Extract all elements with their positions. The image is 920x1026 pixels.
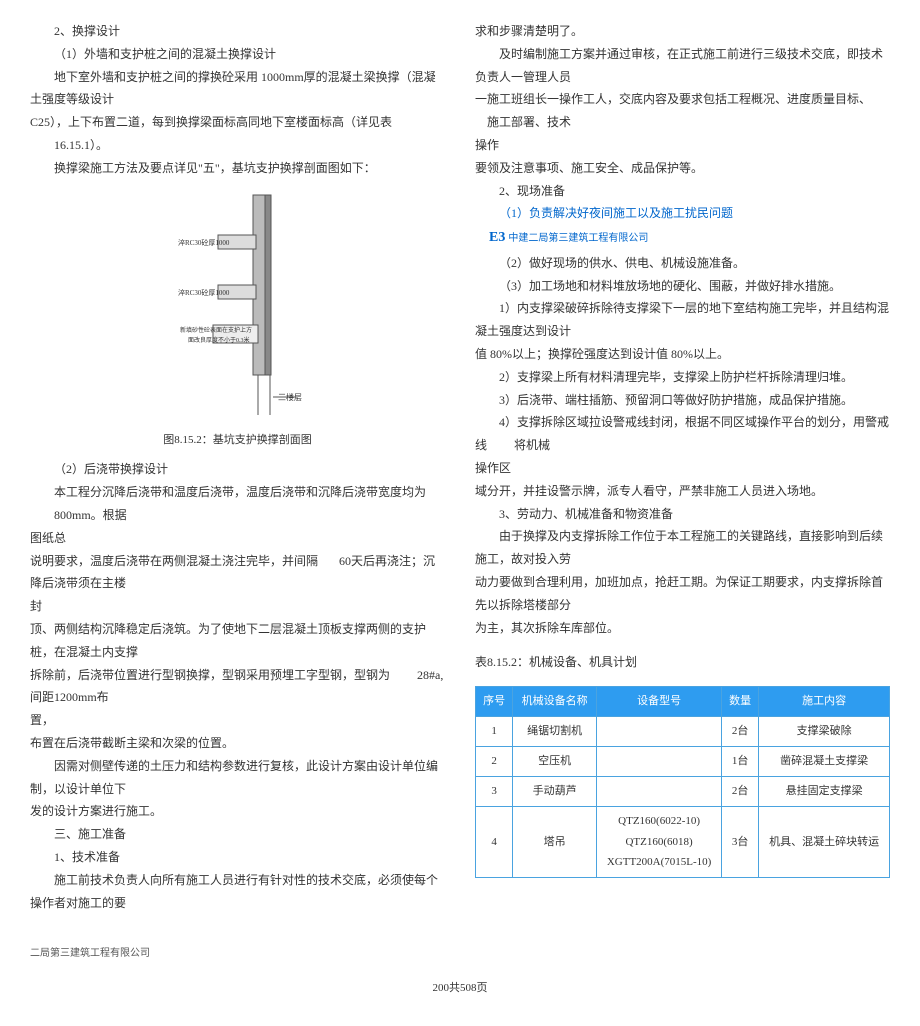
p: 一施工班组长一操作工人，交底内容及要求包括工程概况、进度质量目标、 施工部署、技… — [475, 88, 890, 134]
p: 本工程分沉降后浇带和温度后浇带，温度后浇带和沉降后浇带宽度均为 800mm。根据 — [30, 481, 445, 527]
td: 悬挂固定支撑梁 — [759, 776, 890, 806]
td: 机具、混凝土碎块转运 — [759, 806, 890, 878]
th: 机械设备名称 — [513, 687, 597, 717]
th: 序号 — [476, 687, 513, 717]
svg-text:新填砂性砼表面在支护上方: 新填砂性砼表面在支护上方 — [180, 326, 252, 334]
figure-diagram: 淬RC30砼厚1000 淬RC30砼厚1000 新填砂性砼表面在支护上方 面改良… — [30, 190, 445, 420]
th: 数量 — [722, 687, 759, 717]
svg-text:淬RC30砼厚1000: 淬RC30砼厚1000 — [178, 238, 230, 247]
figure-caption: 图8.15.2：基坑支护换撑剖面图 — [30, 430, 445, 451]
td — [597, 776, 722, 806]
td: 4 — [476, 806, 513, 878]
p-blue: （1）负责解决好夜间施工以及施工扰民问题 — [475, 202, 890, 225]
p: 封 — [30, 595, 445, 618]
td — [597, 746, 722, 776]
p: 由于换撑及内支撑拆除工作位于本工程施工的关键路线，直接影响到后续施工，故对投入劳 — [475, 525, 890, 571]
equipment-table: 序号 机械设备名称 设备型号 数量 施工内容 1绳锯切割机2台支撑梁破除2空压机… — [475, 686, 890, 878]
th: 设备型号 — [597, 687, 722, 717]
td: 空压机 — [513, 746, 597, 776]
td: QTZ160(6022-10) QTZ160(6018) XGTT200A(70… — [597, 806, 722, 878]
p: 域分开，并挂设警示牌，派专人看守，严禁非施工人员进入场地。 — [475, 480, 890, 503]
heading-3: 三、施工准备 — [30, 823, 445, 846]
p: 施工前技术负责人向所有施工人员进行有针对性的技术交底，必须使每个操作者对施工的要 — [30, 869, 445, 915]
td: 2 — [476, 746, 513, 776]
p: 4）支撑拆除区域拉设警戒线封闭，根据不同区域操作平台的划分，用警戒线 将机械 — [475, 411, 890, 457]
p: （2）做好现场的供水、供电、机械设施准备。 — [475, 252, 890, 275]
td: 凿碎混凝土支撑梁 — [759, 746, 890, 776]
p: 顶、两侧结构沉降稳定后浇筑。为了使地下二层混凝土顶板支撑两侧的支护桩，在混凝土内… — [30, 618, 445, 664]
p: 值 80%以上；换撑砼强度达到设计值 80%以上。 — [475, 343, 890, 366]
p: （2）后浇带换撑设计 — [30, 458, 445, 481]
p: 置， — [30, 709, 445, 732]
td: 3 — [476, 776, 513, 806]
p: 因需对侧壁传递的土压力和结构参数进行复核，此设计方案由设计单位编制，以设计单位下 — [30, 755, 445, 801]
section-diagram-icon: 淬RC30砼厚1000 淬RC30砼厚1000 新填砂性砼表面在支护上方 面改良… — [158, 190, 318, 420]
p: 操作区 — [475, 457, 890, 480]
p: 图纸总 — [30, 527, 445, 550]
td: 绳锯切割机 — [513, 717, 597, 747]
p: 地下室外墙和支护桩之间的撑换砼采用 1000mm厚的混凝土梁换撑（混凝土强度等级… — [30, 66, 445, 112]
p: 说明要求，温度后浇带在两侧混凝土浇注完毕，并间隔 60天后再浇注；沉降后浇带须在… — [30, 550, 445, 596]
p: 2）支撑梁上所有材料清理完毕，支撑梁上防护栏杆拆除清理归堆。 — [475, 366, 890, 389]
p: 换撑梁施工方法及要点详见"五"，基坑支护换撑剖面图如下： — [30, 157, 445, 180]
td: 手动葫芦 — [513, 776, 597, 806]
table-row: 3手动葫芦 2台悬挂固定支撑梁 — [476, 776, 890, 806]
table-header-row: 序号 机械设备名称 设备型号 数量 施工内容 — [476, 687, 890, 717]
td: 1台 — [722, 746, 759, 776]
p: 及时编制施工方案并通过审核，在正式施工前进行三级技术交底，即技术负责人一管理人员 — [475, 43, 890, 89]
table-caption: 表8.15.2：机械设备、机具计划 — [475, 651, 890, 674]
p: 要领及注意事项、施工安全、成品保护等。 — [475, 157, 890, 180]
td: 支撑梁破除 — [759, 717, 890, 747]
td: 2台 — [722, 776, 759, 806]
company-tag: E3 中建二局第三建筑工程有限公司 — [475, 225, 890, 252]
p: （1）外墙和支护桩之间的混凝土换撑设计 — [30, 43, 445, 66]
p: 3）后浇带、端柱插筋、预留洞口等做好防护措施，成品保护措施。 — [475, 389, 890, 412]
table-row: 2空压机 1台凿碎混凝土支撑梁 — [476, 746, 890, 776]
p: 操作 — [475, 134, 890, 157]
p: C25），上下布置二道，每到换撑梁面标高同地下室楼面标高（详见表 16.15.1… — [30, 111, 445, 157]
td: 1 — [476, 717, 513, 747]
p: 为主，其次拆除车库部位。 — [475, 617, 890, 640]
table-row: 1绳锯切割机 2台支撑梁破除 — [476, 717, 890, 747]
table-row: 4塔吊QTZ160(6022-10) QTZ160(6018) XGTT200A… — [476, 806, 890, 878]
td: 3台 — [722, 806, 759, 878]
right-column: 求和步骤清楚明了。 及时编制施工方案并通过审核，在正式施工前进行三级技术交底，即… — [475, 20, 890, 914]
footer-company: 二局第三建筑工程有限公司 — [30, 944, 890, 959]
heading: 2、现场准备 — [475, 180, 890, 203]
heading-4: 1、技术准备 — [30, 846, 445, 869]
left-column: 2、换撑设计 （1）外墙和支护桩之间的混凝土换撑设计 地下室外墙和支护桩之间的撑… — [30, 20, 445, 914]
svg-text:面改良厚度不小于0.3米: 面改良厚度不小于0.3米 — [188, 336, 250, 344]
p: 求和步骤清楚明了。 — [475, 20, 890, 43]
th: 施工内容 — [759, 687, 890, 717]
p: 发的设计方案进行施工。 — [30, 800, 445, 823]
p: （3）加工场地和材料堆放场地的硬化、围蔽，并做好排水措施。 — [475, 275, 890, 298]
p: 动力要做到合理利用，加班加点，抢赶工期。为保证工期要求，内支撑拆除首先以拆除塔楼… — [475, 571, 890, 617]
heading-2: 2、换撑设计 — [30, 20, 445, 43]
td — [597, 717, 722, 747]
p: 布置在后浇带截断主梁和次梁的位置。 — [30, 732, 445, 755]
heading: 3、劳动力、机械准备和物资准备 — [475, 503, 890, 526]
p: 1）内支撑梁破碎拆除待支撑梁下一层的地下室结构施工完毕，并且结构混凝土强度达到设… — [475, 297, 890, 343]
page-number: 200共508页 — [30, 979, 890, 995]
td: 2台 — [722, 717, 759, 747]
svg-text:淬RC30砼厚1000: 淬RC30砼厚1000 — [178, 288, 230, 297]
td: 塔吊 — [513, 806, 597, 878]
p: 拆除前，后浇带位置进行型钢换撑，型钢采用预埋工字型钢，型钢为 28#a,间距12… — [30, 664, 445, 710]
